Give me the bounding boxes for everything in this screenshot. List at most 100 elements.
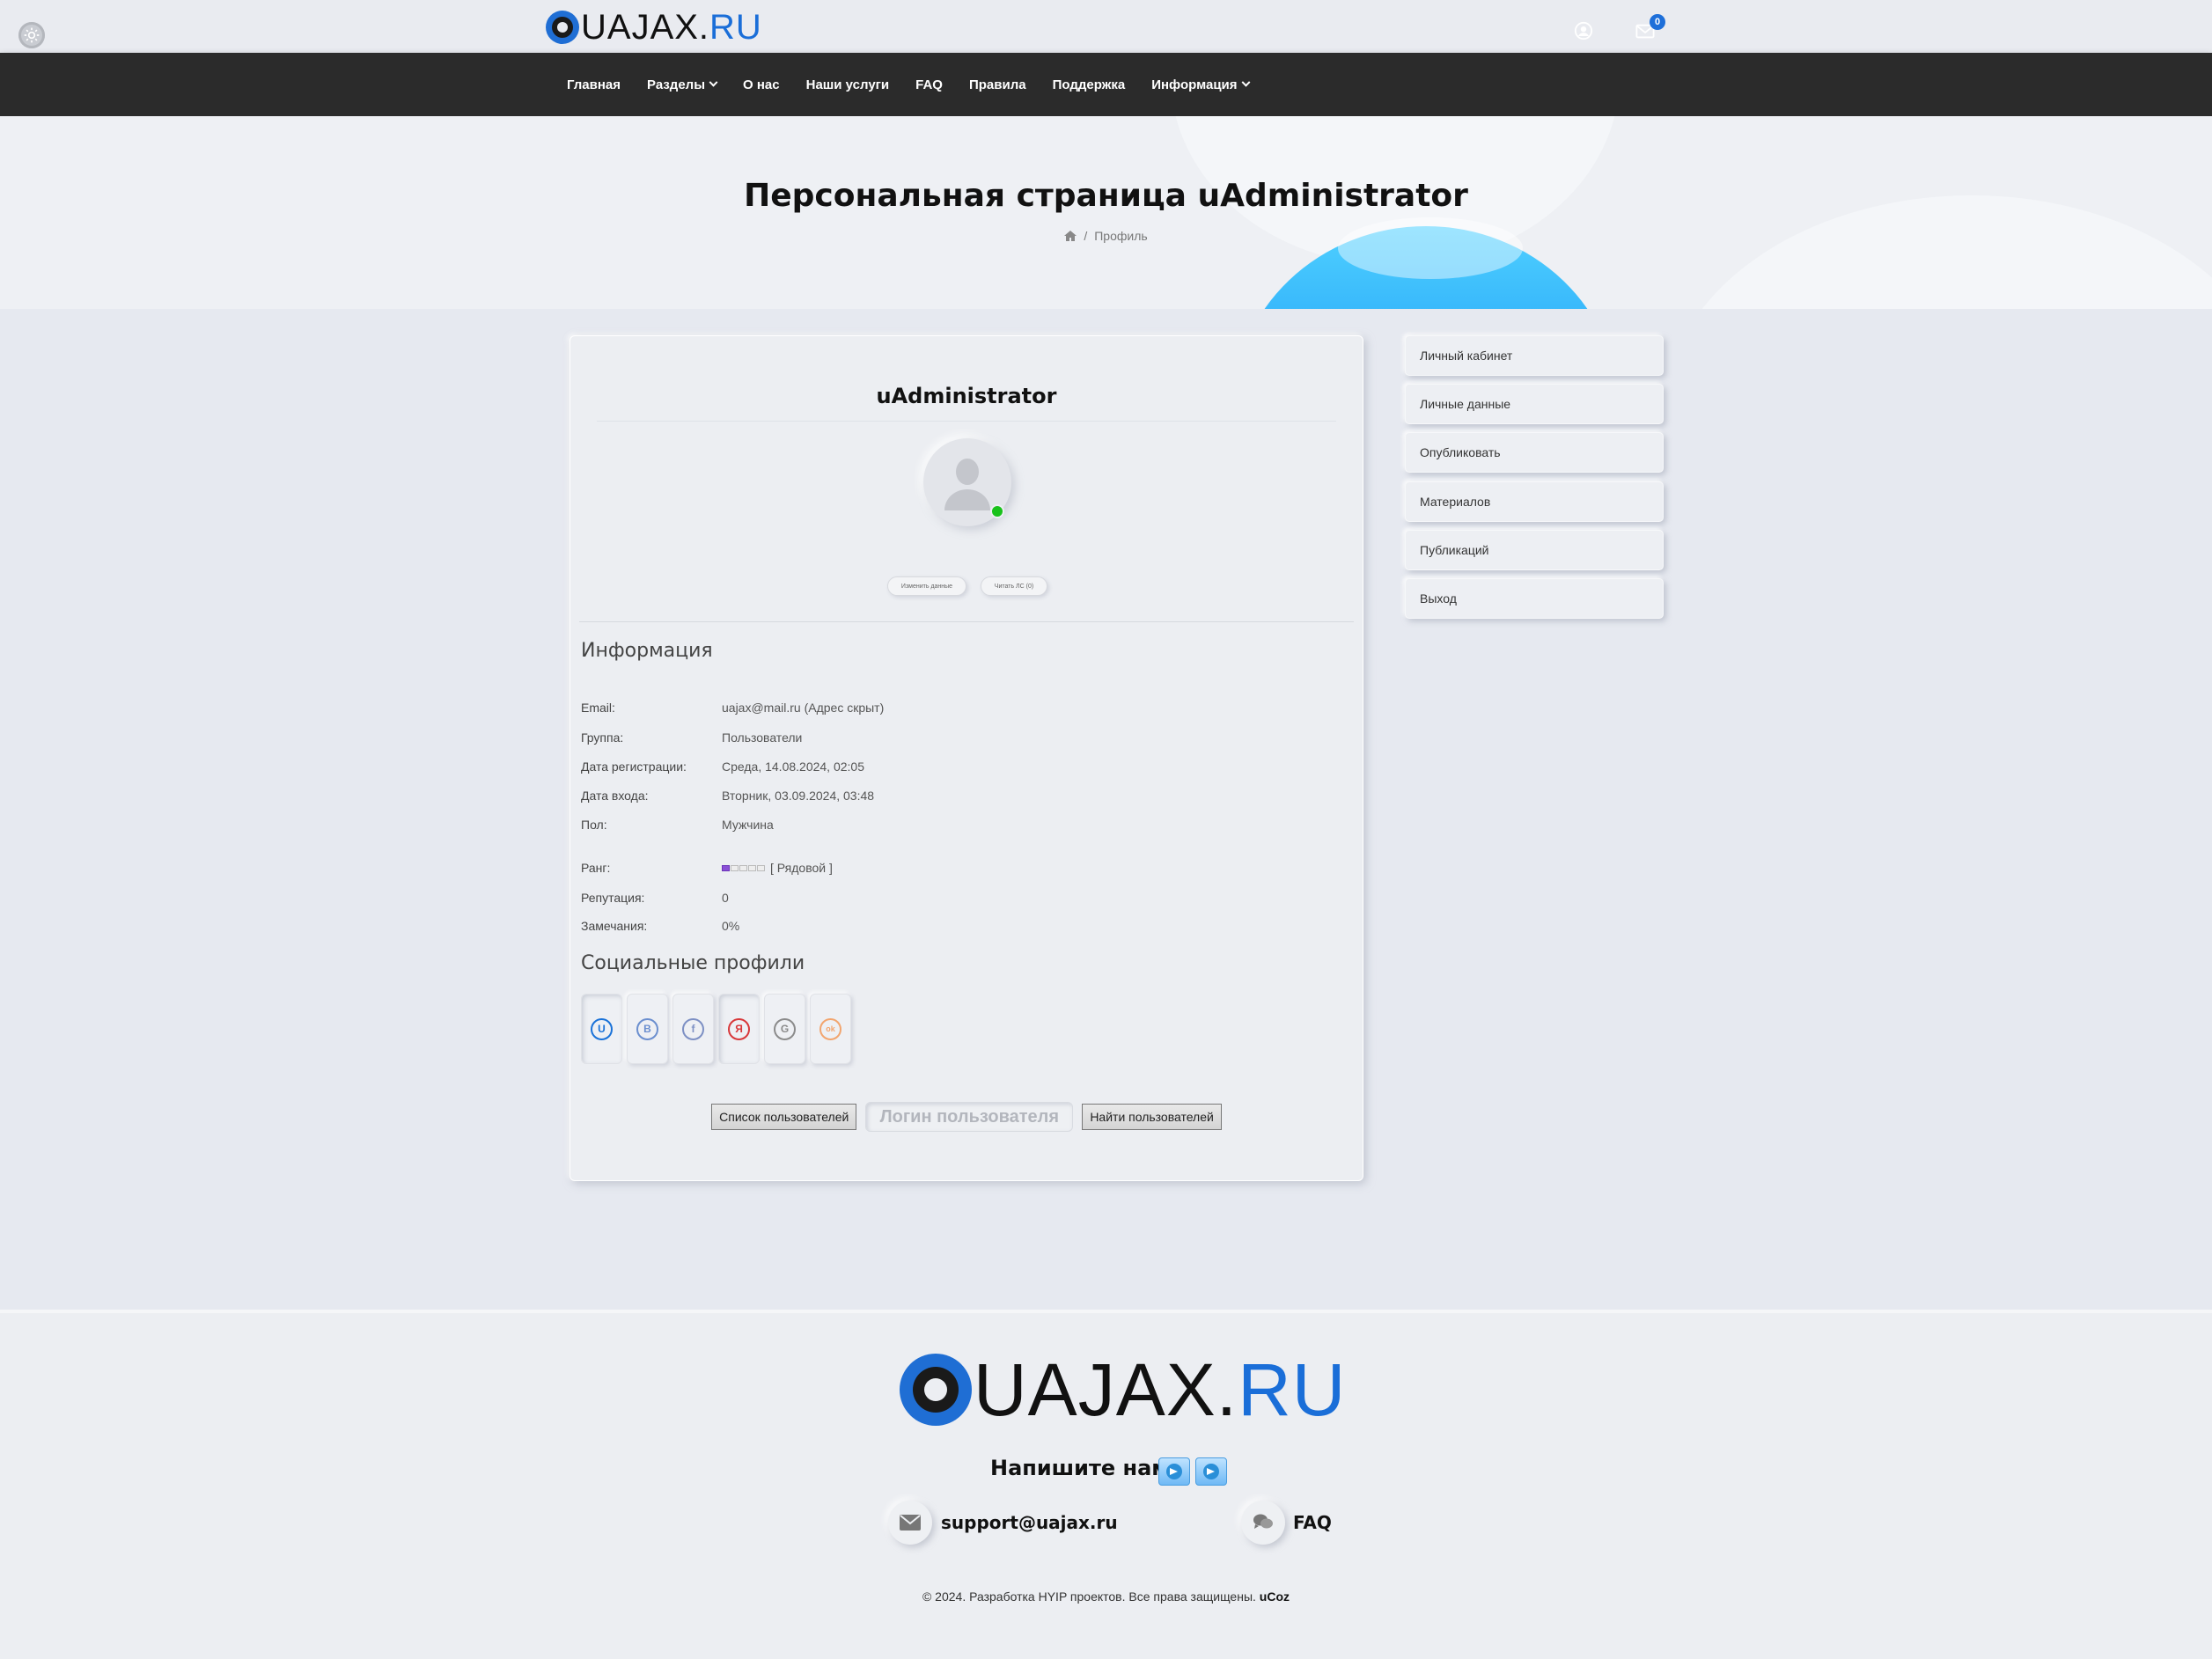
side-menu-item[interactable]: Личные данные [1405,384,1664,424]
copyright-text: © 2024. Разработка HYIP проектов. Все пр… [922,1589,1256,1604]
mail-count-badge: 0 [1650,14,1665,30]
write-us-text: Напишите нам! [990,1456,1179,1480]
info-value: 0 [722,891,729,905]
info-row: Email: uajax@mail.ru (Адрес скрыт) [581,697,1338,718]
copyright: © 2024. Разработка HYIP проектов. Все пр… [0,1589,2212,1604]
info-label: Дата регистрации: [581,760,687,774]
user-placeholder-icon [944,459,990,510]
info-value: Вторник, 03.09.2024, 03:48 [722,789,875,803]
info-row: Замечания: 0% [581,915,1338,936]
logo-text-accent: RU [1238,1347,1347,1431]
social-profile-tile[interactable]: ok [810,994,851,1064]
nav-item-0[interactable]: Главная [567,77,621,92]
home-icon[interactable] [1064,231,1077,241]
nav-item-3[interactable]: Наши услуги [806,77,890,92]
social-profile-tile[interactable]: U [581,994,622,1064]
rank-value: [ Рядовой ] [770,861,833,875]
info-value: Среда, 14.08.2024, 02:05 [722,760,864,774]
footer: UAJAX.RU Напишите нам! support@uajax.ru … [0,1310,2212,1659]
telegram-icon[interactable] [1195,1457,1227,1486]
info-value: Пользователи [722,730,803,745]
vk-icon: В [636,1017,658,1040]
logo-text-main: UAJAX. [581,7,710,47]
gear-icon[interactable] [18,22,45,48]
info-row: Группа: Пользователи [581,727,1338,748]
main-navbar: Главная Разделы О нас Наши услуги FAQ Правила… [0,53,2212,116]
footer-logo[interactable]: UAJAX.RU [900,1347,1347,1431]
user-circle-icon[interactable] [1574,21,1593,40]
support-email-link[interactable]: support@uajax.ru [941,1512,1118,1533]
info-row: Дата входа: Вторник, 03.09.2024, 03:48 [581,785,1338,806]
profile-username: uAdministrator [876,384,1057,408]
chevron-down-icon [1241,77,1250,87]
social-profiles: U Вf Я Gok [581,994,851,1064]
rank-star [757,864,765,871]
telegram-icon[interactable] [1158,1457,1190,1486]
rank-star [722,864,730,871]
ucoz-link[interactable]: uCoz [1260,1589,1290,1604]
social-profile-tile[interactable]: G [764,994,805,1064]
nav-item-label: Разделы [647,77,706,92]
info-value: Мужчина [722,818,774,832]
social-profile-tile[interactable]: f [672,994,714,1064]
nav-item-5[interactable]: Правила [969,77,1026,92]
find-users-button[interactable]: Найти пользователей [1082,1104,1222,1130]
side-menu-item[interactable]: Опубликовать [1405,432,1664,473]
site-logo[interactable]: UAJAX.RU [546,7,762,48]
breadcrumb-current: Профиль [1094,229,1148,243]
info-label: Репутация: [581,891,645,905]
google-icon: G [774,1017,796,1040]
top-logo-strip: UAJAX.RU [0,0,2212,53]
online-status-dot [990,504,1004,518]
logo-mark-icon [900,1354,972,1426]
side-menu-item[interactable]: Личный кабинет [1405,335,1664,376]
nav-item-label: Правила [968,77,1026,92]
edit-profile-button[interactable]: Изменить данные [887,576,966,596]
nav-item-label: Главная [567,77,621,92]
info-label: Email: [581,701,615,715]
users-list-button[interactable]: Список пользователей [711,1104,857,1130]
social-profile-tile[interactable]: В [627,994,668,1064]
breadcrumb-separator: / [1084,229,1088,243]
info-label: Ранг: [581,861,611,875]
divider [597,421,1336,422]
breadcrumb: / Профиль [0,229,2212,243]
envelope-icon[interactable] [888,1501,932,1545]
facebook-icon: f [682,1017,704,1040]
info-value: 0% [722,919,740,933]
chat-bubbles-icon[interactable] [1241,1501,1285,1545]
side-menu-item[interactable]: Публикаций [1405,530,1664,570]
odnoklassniki-icon: ok [819,1017,841,1040]
nav-item-1[interactable]: Разделы [647,77,718,92]
login-search-input[interactable]: Логин пользователя [865,1102,1074,1132]
info-label: Дата входа: [581,789,649,803]
page-title: Персональная страница uAdministrator [744,178,1468,214]
divider [579,621,1354,622]
user-search-row: Список пользователей Логин пользователя … [570,1102,1363,1132]
info-label: Пол: [581,818,607,832]
side-menu-item[interactable]: Выход [1405,578,1664,619]
nav-item-6[interactable]: Поддержка [1053,77,1126,92]
info-heading: Информация [581,640,713,662]
info-label: Замечания: [581,919,648,933]
social-heading: Социальные профили [581,952,805,974]
nav-item-label: Поддержка [1052,77,1126,92]
nav-item-label: FAQ [915,77,943,92]
nav-item-4[interactable]: FAQ [915,77,943,92]
nav-item-2[interactable]: О нас [743,77,780,92]
yandex-icon: Я [728,1017,750,1040]
chevron-down-icon [709,77,718,87]
read-messages-button[interactable]: Читать ЛС (0) [981,576,1047,596]
faq-link[interactable]: FAQ [1293,1512,1332,1533]
nav-item-label: О нас [743,77,780,92]
side-menu-item[interactable]: Материалов [1405,481,1664,522]
logo-mark-icon [546,11,579,44]
profile-card: uAdministrator Изменить данные Читать ЛС… [570,335,1363,1181]
info-row: Репутация: 0 [581,887,1338,908]
info-row: Пол: Мужчина [581,814,1338,835]
social-profile-tile[interactable]: Я [718,994,760,1064]
nav-item-7[interactable]: Информация [1151,77,1250,92]
logo-text-accent: RU [709,7,762,47]
rank-star [731,864,739,871]
logo-text-main: UAJAX. [974,1347,1238,1431]
